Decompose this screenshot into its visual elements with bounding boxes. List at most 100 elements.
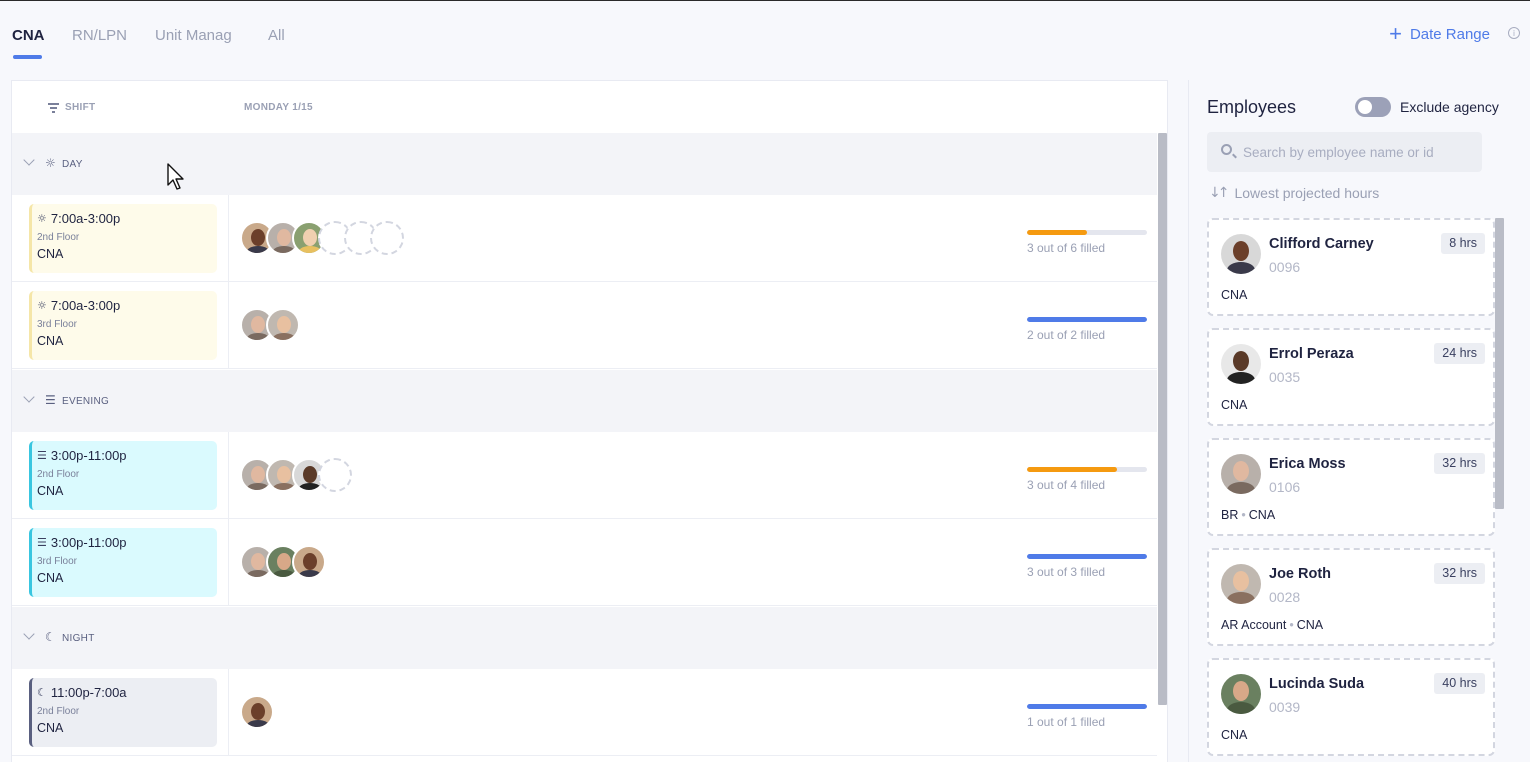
avatar[interactable] — [266, 308, 300, 342]
shift-row: ☾ 11:00p-7:00a 2nd Floor CNA 1 out of 1 f… — [12, 669, 1157, 756]
employee-card[interactable]: Lucinda Suda 0039 40 hrs CNA — [1207, 658, 1495, 756]
sort-label: Lowest projected hours — [1234, 185, 1380, 201]
shift-time: 3:00p-11:00p — [50, 448, 127, 463]
shift-card[interactable]: ☾ 11:00p-7:00a 2nd Floor CNA — [29, 678, 217, 747]
employee-card[interactable]: Joe Roth 0028 32 hrs AR Account • CNA — [1207, 548, 1495, 646]
employee-roles: CNA — [1221, 288, 1247, 302]
fill-status-text: 2 out of 2 filled — [1027, 328, 1106, 342]
group-row-evening[interactable]: ☰ EVENING — [12, 370, 1157, 432]
active-tab-indicator — [13, 55, 42, 59]
avatar — [1221, 674, 1261, 714]
group-label: EVENING — [62, 396, 110, 407]
assigned-avatars — [240, 458, 352, 492]
shift-header-label: SHIFT — [65, 102, 96, 113]
avatar — [1221, 454, 1261, 494]
sun-icon: ☼ — [45, 156, 56, 170]
search-input[interactable] — [1243, 142, 1473, 162]
employee-id: 0096 — [1269, 259, 1301, 275]
sun-icon: ☼ — [37, 212, 47, 225]
fill-progress — [1027, 467, 1117, 472]
shift-card[interactable]: ☰ 3:00p-11:00p 2nd Floor CNA — [29, 441, 217, 510]
info-icon[interactable]: i — [1508, 27, 1520, 39]
role-tag: CNA — [1248, 508, 1276, 522]
sunset-icon: ☰ — [45, 393, 56, 407]
sunset-icon: ☰ — [37, 536, 47, 549]
chevron-down-icon — [23, 154, 35, 166]
hours-badge: 8 hrs — [1441, 233, 1485, 254]
employee-id: 0035 — [1269, 369, 1301, 385]
chevron-down-icon — [23, 628, 35, 640]
shift-role: CNA — [37, 571, 64, 585]
assigned-avatars — [240, 308, 300, 342]
shift-row: ☼ 7:00a-3:00p 2nd Floor CNA 3 out of 6 fi… — [12, 195, 1157, 282]
filter-icon — [48, 103, 59, 113]
sort-icon: ↓↑ — [1209, 185, 1230, 201]
avatar[interactable] — [240, 695, 274, 729]
empty-slot[interactable] — [318, 458, 352, 492]
assigned-avatars — [240, 695, 274, 729]
exclude-agency-toggle[interactable] — [1355, 97, 1391, 117]
employee-name: Lucinda Suda — [1269, 676, 1365, 692]
group-label: NIGHT — [62, 633, 95, 644]
shift-floor: 2nd Floor — [37, 469, 80, 480]
sun-icon: ☼ — [37, 299, 47, 312]
employee-roles: CNA — [1221, 728, 1247, 742]
shift-floor: 2nd Floor — [37, 706, 80, 717]
fill-progress — [1027, 317, 1147, 322]
employees-panel: Employees Exclude agency ↓↑ Lowest proje… — [1188, 80, 1530, 762]
employee-id: 0106 — [1269, 479, 1301, 495]
tab-cna[interactable]: CNA — [12, 27, 45, 44]
shift-row: ☼ 7:00a-3:00p 3rd Floor CNA 2 out of 2 fi… — [12, 282, 1157, 369]
shift-row: ☰ 3:00p-11:00p 2nd Floor CNA 3 out of 4 f… — [12, 432, 1157, 519]
employees-title: Employees — [1207, 97, 1297, 117]
shift-role: CNA — [37, 247, 64, 261]
shift-floor: 3rd Floor — [37, 319, 78, 330]
fill-progress — [1027, 704, 1147, 709]
fill-status-text: 3 out of 3 filled — [1027, 565, 1106, 579]
shift-card[interactable]: ☼ 7:00a-3:00p 3rd Floor CNA — [29, 291, 217, 360]
date-range-label: Date Range — [1409, 25, 1490, 43]
employee-roles: BR • CNA — [1221, 508, 1276, 522]
schedule-header: SHIFT MONDAY 1/15 — [12, 81, 1167, 133]
role-tag: BR — [1221, 508, 1239, 522]
date-range-button[interactable]: + Date Range — [1389, 23, 1490, 45]
tab-rn-lpn[interactable]: RN/LPN — [72, 27, 127, 44]
mouse-cursor-icon — [167, 163, 184, 190]
employee-card[interactable]: Clifford Carney 0096 8 hrs CNA — [1207, 218, 1495, 316]
employee-id: 0039 — [1269, 699, 1301, 715]
exclude-agency-label: Exclude agency — [1400, 99, 1499, 115]
avatar[interactable] — [292, 545, 326, 579]
shift-role: CNA — [37, 721, 64, 735]
fill-progress-bar — [1027, 230, 1147, 235]
sunset-icon: ☰ — [37, 449, 47, 462]
role-tag: CNA — [1221, 288, 1248, 302]
fill-status-text: 1 out of 1 filled — [1027, 715, 1106, 729]
hours-badge: 40 hrs — [1434, 673, 1485, 694]
shift-card[interactable]: ☰ 3:00p-11:00p 3rd Floor CNA — [29, 528, 217, 597]
sort-button[interactable]: ↓↑ Lowest projected hours — [1209, 185, 1379, 201]
tab-unit-manag[interactable]: Unit Manag — [155, 27, 232, 44]
employee-list-scrollbar[interactable] — [1495, 218, 1504, 509]
employee-card[interactable]: Errol Peraza 0035 24 hrs CNA — [1207, 328, 1495, 426]
search-icon — [1221, 144, 1232, 155]
employee-card[interactable]: Erica Moss 0106 32 hrs BR • CNA — [1207, 438, 1495, 536]
employee-search — [1207, 132, 1482, 172]
fill-progress-bar — [1027, 317, 1147, 322]
group-row-night[interactable]: ☾ NIGHT — [12, 607, 1157, 669]
schedule-scrollbar[interactable] — [1158, 133, 1167, 705]
shift-column-header[interactable]: SHIFT — [48, 102, 95, 113]
avatar — [1221, 234, 1261, 274]
employee-name: Errol Peraza — [1269, 346, 1354, 362]
shift-time: 3:00p-11:00p — [50, 535, 127, 550]
employee-roles: CNA — [1221, 398, 1247, 412]
fill-progress-bar — [1027, 704, 1147, 709]
shift-role: CNA — [37, 334, 64, 348]
tab-all[interactable]: All — [268, 27, 285, 44]
shift-card[interactable]: ☼ 7:00a-3:00p 2nd Floor CNA — [29, 204, 217, 273]
moon-icon: ☾ — [45, 630, 56, 644]
employee-roles: AR Account • CNA — [1221, 618, 1324, 632]
shift-floor: 3rd Floor — [37, 556, 78, 567]
top-bar: CNA RN/LPN Unit Manag All + Date Range i — [0, 1, 1530, 73]
empty-slot[interactable] — [370, 221, 404, 255]
fill-progress — [1027, 554, 1147, 559]
